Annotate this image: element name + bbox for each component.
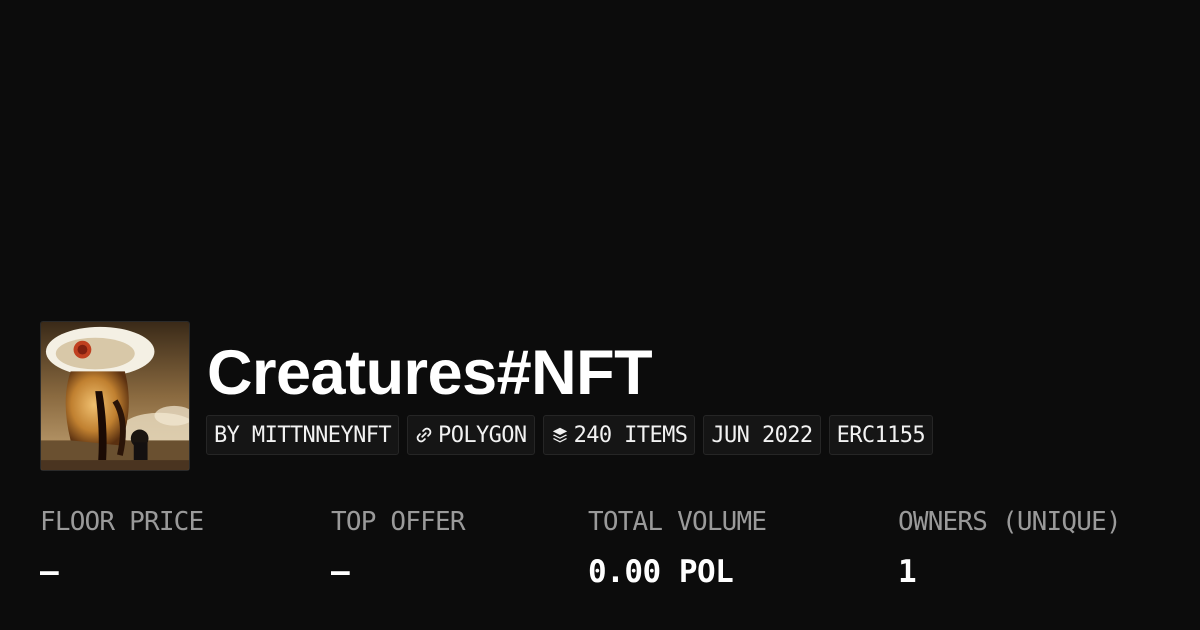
collection-avatar[interactable] [40, 321, 190, 471]
stat-value: — [331, 554, 350, 590]
standard-tag: ERC1155 [828, 415, 934, 455]
chain-tag[interactable]: POLYGON [407, 415, 535, 455]
collection-tags: BY MITTNNEYNFT POLYGON 240 ITEMS JUN 202… [206, 415, 934, 455]
link-icon [416, 427, 432, 443]
standard-label: ERC1155 [836, 422, 926, 448]
chain-label: POLYGON [438, 422, 527, 448]
stat-total-volume: TOTAL VOLUME 0.00 POL [588, 504, 767, 590]
items-tag[interactable]: 240 ITEMS [542, 415, 696, 455]
collection-title: Creatures#NFT [207, 338, 653, 408]
stat-label: TOTAL VOLUME [588, 507, 767, 537]
stat-label: FLOOR PRICE [40, 507, 204, 537]
stat-owners: OWNERS (UNIQUE) 1 [898, 504, 1122, 590]
stat-value: 1 [898, 554, 917, 590]
date-label: JUN 2022 [711, 422, 813, 448]
layers-icon [552, 427, 567, 443]
stat-value: — [40, 554, 59, 590]
surreal-painting-image [41, 322, 189, 470]
date-tag: JUN 2022 [703, 415, 821, 455]
creator-tag[interactable]: BY MITTNNEYNFT [206, 415, 400, 455]
items-label: 240 ITEMS [573, 422, 688, 448]
creator-label: BY MITTNNEYNFT [214, 422, 392, 448]
stat-top-offer: TOP OFFER — [331, 504, 465, 590]
stat-value: 0.00 POL [588, 554, 734, 590]
stat-label: OWNERS (UNIQUE) [898, 507, 1122, 537]
stat-floor-price: FLOOR PRICE — [40, 504, 204, 590]
stat-label: TOP OFFER [331, 507, 465, 537]
